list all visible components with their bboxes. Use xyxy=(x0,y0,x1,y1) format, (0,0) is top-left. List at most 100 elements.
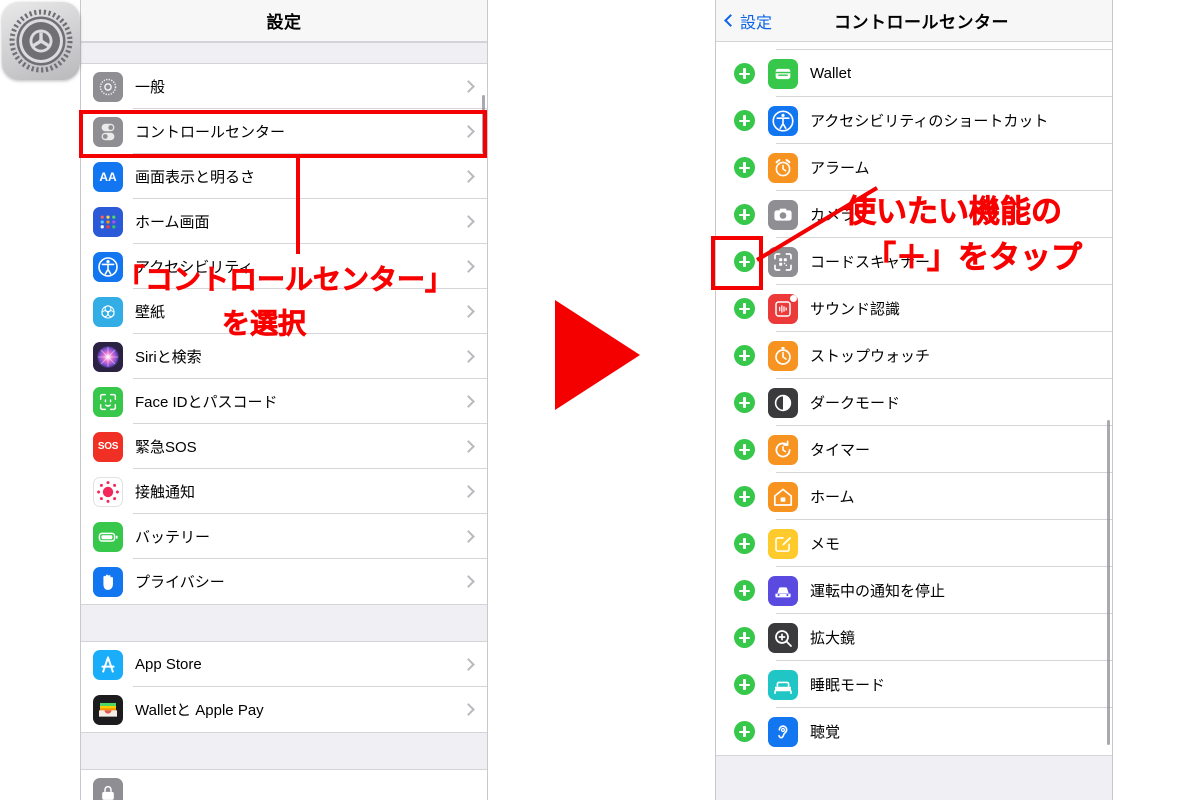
list-item-wallet[interactable]: Wallet xyxy=(716,50,1112,97)
sidebar-item-emergency-sos[interactable]: SOS 緊急SOS xyxy=(81,424,487,469)
chevron-right-icon xyxy=(462,575,475,588)
sidebar-item-label: Walletと Apple Pay xyxy=(135,702,264,719)
list-item-label: メモ xyxy=(810,536,841,553)
sidebar-item-label: プライバシー xyxy=(135,574,225,591)
add-icon[interactable] xyxy=(734,533,755,554)
control-center-screen-panel: 設定 コントロールセンター Wallet アクセシビリティのショートカット アラ… xyxy=(715,0,1113,800)
chevron-right-icon xyxy=(462,260,475,273)
settings-gear-app-icon xyxy=(2,2,80,80)
settings-screen-panel: 設定 一般 コントロールセンター AA 画面表示と明るさ ホーム画面 アクセシビ… xyxy=(80,0,488,800)
add-icon[interactable] xyxy=(734,110,755,131)
chevron-right-icon xyxy=(462,125,475,138)
list-item-driving-focus[interactable]: 運転中の通知を停止 xyxy=(716,567,1112,614)
right-panel-scrollbar[interactable] xyxy=(1107,420,1110,745)
step-flow-arrow xyxy=(555,300,640,410)
sound-recognition-icon xyxy=(768,293,798,324)
sidebar-item-home-screen[interactable]: ホーム画面 xyxy=(81,199,487,244)
add-icon[interactable] xyxy=(734,439,755,460)
list-item-label: 運転中の通知を停止 xyxy=(810,583,946,600)
add-icon[interactable] xyxy=(734,63,755,84)
add-icon[interactable] xyxy=(734,580,755,601)
gear-icon xyxy=(9,9,73,73)
list-item-sleep-mode[interactable]: 睡眠モード xyxy=(716,661,1112,708)
add-icon[interactable] xyxy=(734,627,755,648)
sos-icon: SOS xyxy=(93,431,123,462)
chevron-right-icon xyxy=(462,703,475,716)
timer-icon xyxy=(768,434,798,465)
sidebar-item-privacy[interactable]: プライバシー xyxy=(81,559,487,604)
list-item-dark-mode[interactable]: ダークモード xyxy=(716,379,1112,426)
list-item-alarm[interactable]: アラーム xyxy=(716,144,1112,191)
sidebar-item-label: バッテリー xyxy=(135,529,211,546)
sidebar-item-face-id[interactable]: Face IDとパスコード xyxy=(81,379,487,424)
add-icon[interactable] xyxy=(734,721,755,742)
add-icon[interactable] xyxy=(734,251,755,272)
screenshot-stage: 設定 一般 コントロールセンター AA 画面表示と明るさ ホーム画面 アクセシビ… xyxy=(0,0,1200,800)
list-item-sound-recognition[interactable]: サウンド認識 xyxy=(716,285,1112,332)
chevron-right-icon xyxy=(462,530,475,543)
add-icon[interactable] xyxy=(734,345,755,366)
list-item-timer[interactable]: タイマー xyxy=(716,426,1112,473)
back-to-settings-button[interactable]: 設定 xyxy=(724,9,773,33)
badge-dot xyxy=(790,294,797,302)
list-item-magnifier[interactable]: 拡大鏡 xyxy=(716,614,1112,661)
chevron-right-icon xyxy=(462,170,475,183)
annotation-text-right-line1: 使いたい機能の xyxy=(845,194,1063,231)
sidebar-item-passwords[interactable] xyxy=(81,770,487,800)
add-icon[interactable] xyxy=(734,674,755,695)
sidebar-item-general[interactable]: 一般 xyxy=(81,64,487,109)
list-item-label: アラーム xyxy=(810,160,870,177)
siri-orb-icon xyxy=(93,341,123,372)
home-house-icon xyxy=(768,481,798,512)
back-button-label: 設定 xyxy=(740,14,773,32)
list-item-label: 睡眠モード xyxy=(810,677,886,694)
chevron-right-icon xyxy=(462,440,475,453)
list-item-label: 拡大鏡 xyxy=(810,630,856,647)
chevron-right-icon xyxy=(462,305,475,318)
add-icon[interactable] xyxy=(734,298,755,319)
chevron-right-icon xyxy=(462,350,475,363)
annotation-text-left-line1: 「コントロールセンター」 xyxy=(117,263,454,297)
dark-mode-icon xyxy=(768,387,798,418)
sliders-icon xyxy=(93,116,123,147)
add-icon[interactable] xyxy=(734,486,755,507)
wallpaper-flower-icon xyxy=(93,296,123,327)
alarm-clock-icon xyxy=(768,152,798,183)
gear-icon xyxy=(93,71,123,102)
settings-group-3 xyxy=(81,770,487,800)
add-icon[interactable] xyxy=(734,204,755,225)
sidebar-item-battery[interactable]: バッテリー xyxy=(81,514,487,559)
sidebar-item-wallet-apple-pay[interactable]: Walletと Apple Pay xyxy=(81,687,487,732)
control-center-navbar: 設定 コントロールセンター xyxy=(716,0,1112,42)
annotation-text-right-line2: 「＋」をタップ xyxy=(865,240,1083,277)
chevron-right-icon xyxy=(462,485,475,498)
list-item-home[interactable]: ホーム xyxy=(716,473,1112,520)
sidebar-item-control-center[interactable]: コントロールセンター xyxy=(81,109,487,154)
sidebar-item-label: 緊急SOS xyxy=(135,439,197,456)
list-item-hearing[interactable]: 聴覚 xyxy=(716,708,1112,755)
settings-navbar: 設定 xyxy=(81,0,487,42)
exposure-notification-icon xyxy=(93,476,123,507)
passwords-icon xyxy=(93,777,123,800)
app-store-icon xyxy=(93,649,123,680)
sidebar-item-label: 壁紙 xyxy=(135,304,166,321)
magnifier-icon xyxy=(768,622,798,653)
list-item-notes[interactable]: メモ xyxy=(716,520,1112,567)
left-panel-scrollbar[interactable] xyxy=(482,95,485,153)
sidebar-item-app-store[interactable]: App Store xyxy=(81,642,487,687)
sleep-mode-bed-icon xyxy=(768,669,798,700)
page-title: 設定 xyxy=(266,13,302,32)
list-item-accessibility-shortcut[interactable]: アクセシビリティのショートカット xyxy=(716,97,1112,144)
list-item-stopwatch[interactable]: ストップウォッチ xyxy=(716,332,1112,379)
sidebar-item-label: 画面表示と明るさ xyxy=(135,169,256,186)
list-item[interactable] xyxy=(716,42,1112,50)
sidebar-item-display-brightness[interactable]: AA 画面表示と明るさ xyxy=(81,154,487,199)
chevron-right-icon xyxy=(462,395,475,408)
stopwatch-icon xyxy=(768,340,798,371)
list-group-spacer xyxy=(716,755,1112,800)
sidebar-item-exposure-notifications[interactable]: 接触通知 xyxy=(81,469,487,514)
add-icon[interactable] xyxy=(734,392,755,413)
chevron-left-icon xyxy=(724,14,737,27)
add-icon[interactable] xyxy=(734,157,755,178)
list-item-label: 聴覚 xyxy=(810,724,841,741)
